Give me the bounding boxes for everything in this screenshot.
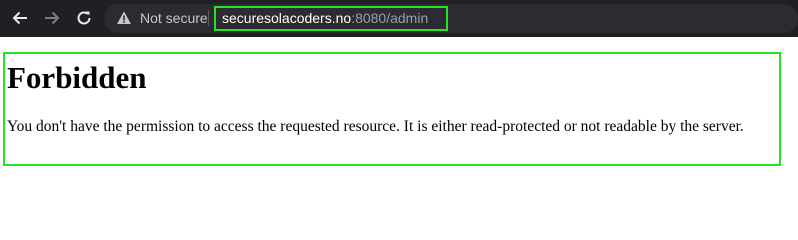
page-title: Forbidden — [7, 60, 147, 95]
forward-arrow-icon[interactable] — [40, 7, 64, 29]
security-status-label[interactable]: Not secure — [140, 9, 208, 27]
url-host: securesolacoders.no — [222, 10, 352, 26]
url-text[interactable]: securesolacoders.no:8080/admin — [222, 9, 428, 27]
warning-icon[interactable] — [116, 10, 132, 26]
reload-icon[interactable] — [72, 7, 96, 29]
address-divider — [208, 10, 209, 26]
error-message: You don't have the permission to access … — [7, 118, 744, 135]
back-arrow-icon[interactable] — [8, 7, 32, 29]
url-path: :8080/admin — [351, 10, 429, 26]
browser-toolbar: Not secure securesolacoders.no:8080/admi… — [0, 0, 798, 37]
